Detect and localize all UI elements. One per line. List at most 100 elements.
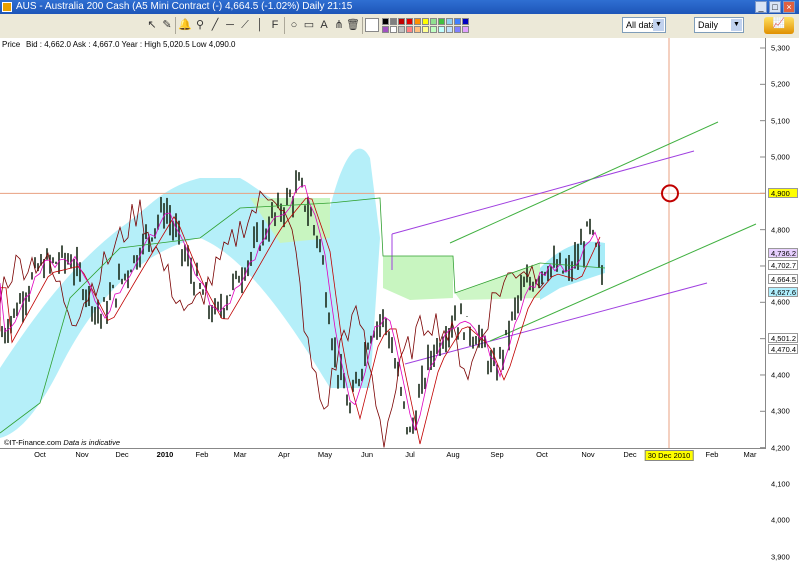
color-swatch[interactable] [454,26,461,33]
price-tick-label: 4,000 [771,515,790,525]
price-tick-label: 4,200 [771,443,790,453]
color-swatch[interactable] [390,18,397,25]
vertical-line-icon[interactable]: │ [253,18,267,32]
indicator-price-tag: 4,501.2 [768,333,798,344]
color-swatch[interactable] [414,26,421,33]
chevron-down-icon: ▼ [731,19,742,31]
price-tick-label: 4,400 [771,370,790,380]
close-icon[interactable]: × [783,1,795,13]
time-tick-label: Mar [233,450,247,459]
minimize-icon[interactable]: _ [755,1,767,13]
price-tick-label: 4,600 [771,297,790,307]
pencil-icon[interactable]: ✎ [160,18,174,32]
price-axis[interactable]: 5,3005,2005,1005,0004,9004,8004,7004,600… [766,38,799,561]
color-swatch[interactable] [398,18,405,25]
price-tick-label: 5,300 [771,43,790,53]
pointer-icon[interactable]: ↖ [145,18,159,32]
trend-line-icon[interactable]: ╱ [208,18,222,32]
color-swatch[interactable] [422,26,429,33]
data-range-select[interactable]: All data ▼ [622,17,666,33]
chevron-down-icon: ▼ [653,19,664,31]
color-swatch[interactable] [406,26,413,33]
color-swatch[interactable] [406,18,413,25]
separator [175,17,176,34]
price-tick-label: 5,100 [771,116,790,126]
price-tick-label: 4,100 [771,479,790,489]
price-tick-label: 3,900 [771,552,790,561]
time-tick-label: Feb [195,450,209,459]
color-swatch[interactable] [390,26,397,33]
time-tick-label: May [317,450,333,459]
chart-area[interactable] [0,38,766,558]
indicator-price-tag: 4,702.7 [768,259,798,270]
color-swatch[interactable] [462,18,469,25]
time-tick-label: Oct [34,450,46,459]
price-tick-label: 5,000 [771,152,790,162]
color-swatch[interactable] [398,26,405,33]
channel-line-green-upper [449,121,719,244]
credit-brand: IT-Finance.com [9,438,62,447]
price-chart[interactable] [0,38,765,558]
color-swatch[interactable] [446,26,453,33]
line-tool-icon[interactable]: ⟋ [238,18,252,32]
fork-icon[interactable]: ⋔ [332,18,346,32]
maximize-icon[interactable]: □ [769,1,781,13]
alert-bell-icon[interactable]: 🔔 [178,18,192,32]
text-icon[interactable]: A [317,18,331,32]
rectangle-icon[interactable]: ▭ [302,18,316,32]
horizontal-line-icon[interactable]: ─ [223,18,237,32]
panel-label: Price [2,40,21,49]
time-tick-label: Jun [360,450,374,459]
time-tick-label: Dec [623,450,637,459]
data-range-value: All data [626,20,657,30]
time-tick-label: 2010 [156,450,174,459]
color-swatch[interactable] [462,26,469,33]
separator [362,17,363,34]
fibonacci-icon[interactable]: F [268,18,282,32]
ichimoku-cloud [0,148,380,438]
time-tick-label: Mar [743,450,757,459]
time-tick-label: Jul [405,450,415,459]
credit-line: ©IT-Finance.com Data is indicative [4,438,120,447]
indicator-price-tag: 4,736.2 [768,247,798,258]
color-swatch[interactable] [438,26,445,33]
zoom-icon[interactable]: ⚲ [193,18,207,32]
title-bar: AUS - Australia 200 Cash (A5 Mini Contra… [0,0,799,14]
color-swatch[interactable] [422,18,429,25]
time-tick-label: Apr [278,450,290,459]
quote-info: Bid : 4,662.0 Ask : 4,667.0 Year : High … [26,40,236,49]
color-picker-icon[interactable] [365,18,379,32]
time-tick-label: Nov [75,450,89,459]
interval-value: Daily [698,20,719,30]
indicator-price-tag: 4,664.5 [768,273,798,284]
crosshair-date-label: 30 Dec 2010 [644,450,694,461]
time-tick-label: Dec [115,450,129,459]
time-axis[interactable]: Oct Nov Dec 2010 Feb Mar Apr May Jun Jul Aug Sep Oct… [0,448,766,461]
credit-note: Data is indicative [63,438,121,447]
trend-chart-icon[interactable]: 📈 [764,17,794,34]
color-swatch[interactable] [430,26,437,33]
color-swatch[interactable] [382,18,389,25]
channel-line-upper [391,150,695,235]
color-swatch[interactable] [438,18,445,25]
indicator-price-tag: 4,627.6 [768,287,798,298]
ellipse-icon[interactable]: ○ [287,18,301,32]
crosshair-price-label: 4,900 [768,188,798,199]
price-tick-label: 4,800 [771,225,790,235]
time-tick-label: Sep [490,450,504,459]
delete-icon[interactable]: 🗑 [346,18,360,32]
color-swatch[interactable] [430,18,437,25]
interval-select[interactable]: Daily ▼ [694,17,744,33]
color-swatch[interactable] [382,26,389,33]
window-title: AUS - Australia 200 Cash (A5 Mini Contra… [16,1,353,12]
price-tick-label: 5,200 [771,79,790,89]
time-tick-label: Aug [446,450,460,459]
color-swatch[interactable] [454,18,461,25]
time-tick-label: Oct [536,450,548,459]
color-swatch[interactable] [414,18,421,25]
ichimoku-cloud [383,256,453,300]
app-icon [2,2,12,12]
color-swatch[interactable] [446,18,453,25]
indicator-price-tag: 4,470.4 [768,344,798,355]
time-tick-label: Nov [581,450,595,459]
